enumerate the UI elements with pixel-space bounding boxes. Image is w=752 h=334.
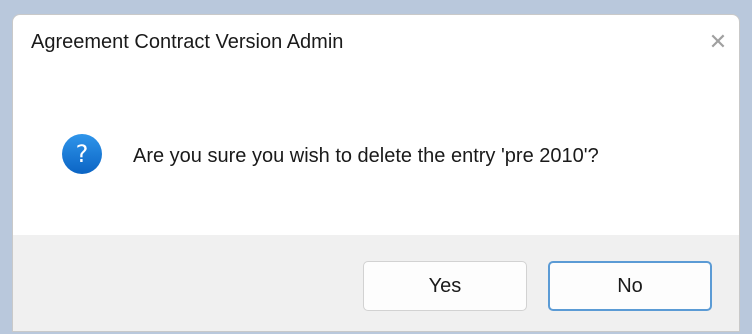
dialog-footer: Yes No (13, 235, 739, 331)
confirm-dialog: Agreement Contract Version Admin ✕ ? Are… (12, 14, 740, 332)
question-icon-glyph: ? (76, 140, 89, 168)
question-icon: ? (62, 134, 102, 174)
close-icon[interactable]: ✕ (707, 31, 729, 53)
dialog-titlebar[interactable]: Agreement Contract Version Admin ✕ (13, 15, 739, 73)
yes-button[interactable]: Yes (363, 261, 527, 311)
no-button[interactable]: No (548, 261, 712, 311)
dialog-body: ? Are you sure you wish to delete the en… (13, 73, 739, 235)
dialog-title: Agreement Contract Version Admin (31, 31, 344, 53)
dialog-message: Are you sure you wish to delete the entr… (133, 145, 599, 167)
